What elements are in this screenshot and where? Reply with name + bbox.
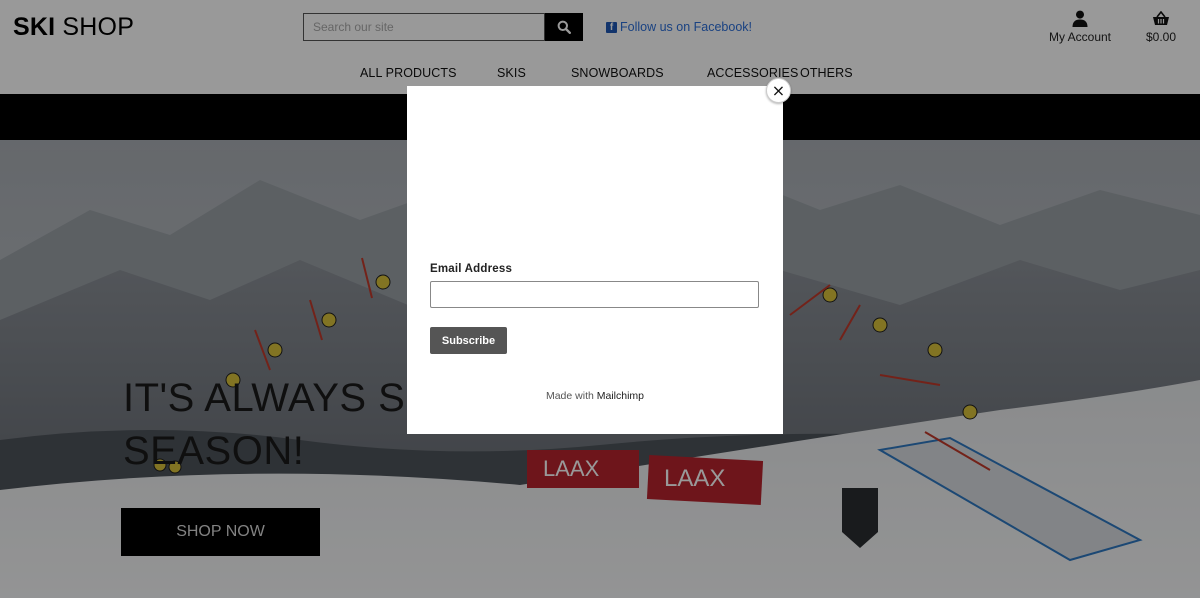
email-field[interactable] — [430, 281, 759, 308]
subscribe-button[interactable]: Subscribe — [430, 327, 507, 354]
close-modal-button[interactable]: × — [766, 78, 791, 103]
newsletter-modal: Email Address Subscribe Made with Mailch… — [407, 86, 783, 434]
mailchimp-credit: Made with Mailchimp — [407, 390, 783, 402]
close-icon: × — [771, 81, 786, 100]
made-with-prefix: Made with — [545, 390, 597, 402]
email-label: Email Address — [430, 263, 513, 275]
mailchimp-link[interactable]: Mailchimp — [597, 390, 644, 402]
